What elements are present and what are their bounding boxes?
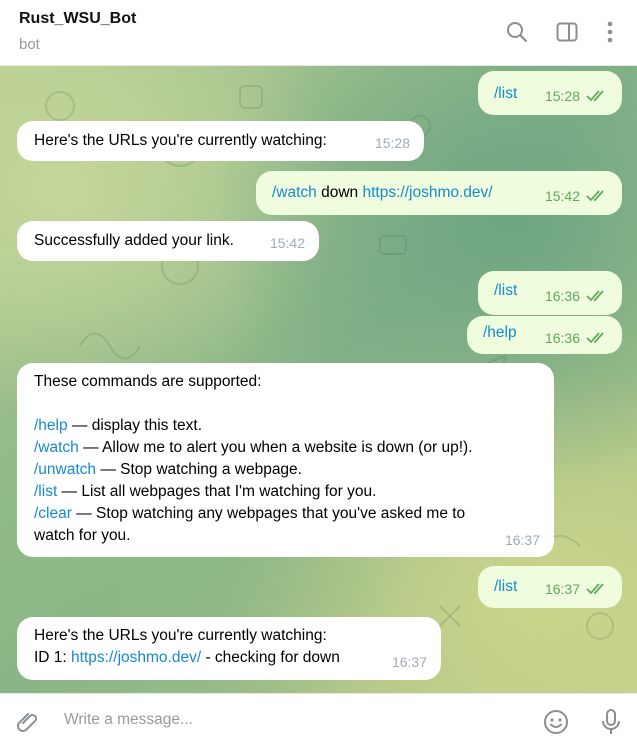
command-description: — Stop watching any webpages that you've… xyxy=(71,505,466,522)
command-link[interactable]: /clear xyxy=(34,505,72,522)
command-description: — Stop watching a webpage. xyxy=(96,461,302,478)
message-time: 15:42 xyxy=(544,188,580,204)
command-description: — Allow me to alert you when a website i… xyxy=(78,439,473,456)
command-help-line: /help — display this text. xyxy=(34,415,544,437)
message-time: 16:37 xyxy=(504,532,540,548)
command-unwatch-line: /unwatch — Stop watching a webpage. xyxy=(34,459,544,481)
double-check-icon xyxy=(586,583,604,595)
message-list[interactable]: /list 15:28 Here's the URLs you're curre… xyxy=(0,66,637,693)
chat-header: Rust_WSU_Bot bot xyxy=(0,0,637,66)
more-vertical-icon[interactable] xyxy=(597,19,623,45)
message-time: 16:37 xyxy=(544,581,580,597)
command-link[interactable]: /list xyxy=(494,83,517,105)
command-link[interactable]: /list xyxy=(494,576,517,598)
message-text: Here's the URLs you're currently watchin… xyxy=(34,627,327,644)
command-clear-line: /clear — Stop watching any webpages that… xyxy=(34,503,544,525)
message-text: - checking for down xyxy=(201,649,340,666)
message-text: watch for you. xyxy=(34,527,131,544)
microphone-icon[interactable] xyxy=(597,708,625,736)
emoji-icon[interactable] xyxy=(542,708,570,736)
message-input[interactable]: Write a message... xyxy=(64,711,193,729)
message-text: down xyxy=(316,184,363,201)
double-check-icon xyxy=(586,332,604,344)
command-description: — List all webpages that I'm watching fo… xyxy=(57,483,377,500)
double-check-icon xyxy=(586,290,604,302)
command-list-line: /list — List all webpages that I'm watch… xyxy=(34,481,544,503)
message-composer: Write a message... xyxy=(0,693,637,748)
message-bubble-outgoing[interactable]: /list 15:28 xyxy=(478,71,622,115)
command-link[interactable]: /help xyxy=(483,322,517,344)
command-link[interactable]: /list xyxy=(34,483,57,500)
message-text: Successfully added your link. xyxy=(34,232,234,249)
command-link[interactable]: /list xyxy=(494,280,517,302)
double-check-icon xyxy=(586,90,604,102)
message-bubble-incoming[interactable]: These commands are supported: /help — di… xyxy=(17,363,554,557)
message-time: 16:36 xyxy=(544,330,580,346)
message-bubble-incoming[interactable]: Here's the URLs you're currently watchin… xyxy=(17,617,441,680)
command-link[interactable]: /unwatch xyxy=(34,461,96,478)
message-bubble-outgoing[interactable]: /help 16:36 xyxy=(467,316,622,354)
message-bubble-outgoing[interactable]: /watch down https://joshmo.dev/ 15:42 xyxy=(256,171,622,215)
double-check-icon xyxy=(586,190,604,202)
message-time: 15:28 xyxy=(374,135,410,151)
sidebar-toggle-icon[interactable] xyxy=(554,19,580,45)
message-text: These commands are supported: xyxy=(34,373,262,390)
url-link[interactable]: https://joshmo.dev/ xyxy=(71,649,201,666)
chat-title[interactable]: Rust_WSU_Bot xyxy=(19,10,136,28)
command-link[interactable]: /watch xyxy=(34,439,79,456)
command-link[interactable]: /help xyxy=(34,417,68,434)
message-bubble-incoming[interactable]: Successfully added your link. 15:42 xyxy=(17,221,319,261)
message-time: 15:42 xyxy=(269,235,305,251)
message-time: 15:28 xyxy=(544,88,580,104)
chat-subtitle: bot xyxy=(19,36,40,53)
message-time: 16:36 xyxy=(544,288,580,304)
message-text: Here's the URLs you're currently watchin… xyxy=(34,132,327,149)
command-watch-line: /watch — Allow me to alert you when a we… xyxy=(34,437,544,459)
message-time: 16:37 xyxy=(391,654,427,670)
message-bubble-incoming[interactable]: Here's the URLs you're currently watchin… xyxy=(17,121,424,161)
search-icon[interactable] xyxy=(504,19,530,45)
attach-icon[interactable] xyxy=(13,708,41,736)
message-bubble-outgoing[interactable]: /list 16:37 xyxy=(478,566,622,608)
message-bubble-outgoing[interactable]: /list 16:36 xyxy=(478,271,622,315)
message-text: ID 1: xyxy=(34,649,72,666)
command-description: — display this text. xyxy=(67,417,203,434)
command-link[interactable]: /watch xyxy=(272,184,317,201)
url-link[interactable]: https://joshmo.dev/ xyxy=(362,184,492,201)
